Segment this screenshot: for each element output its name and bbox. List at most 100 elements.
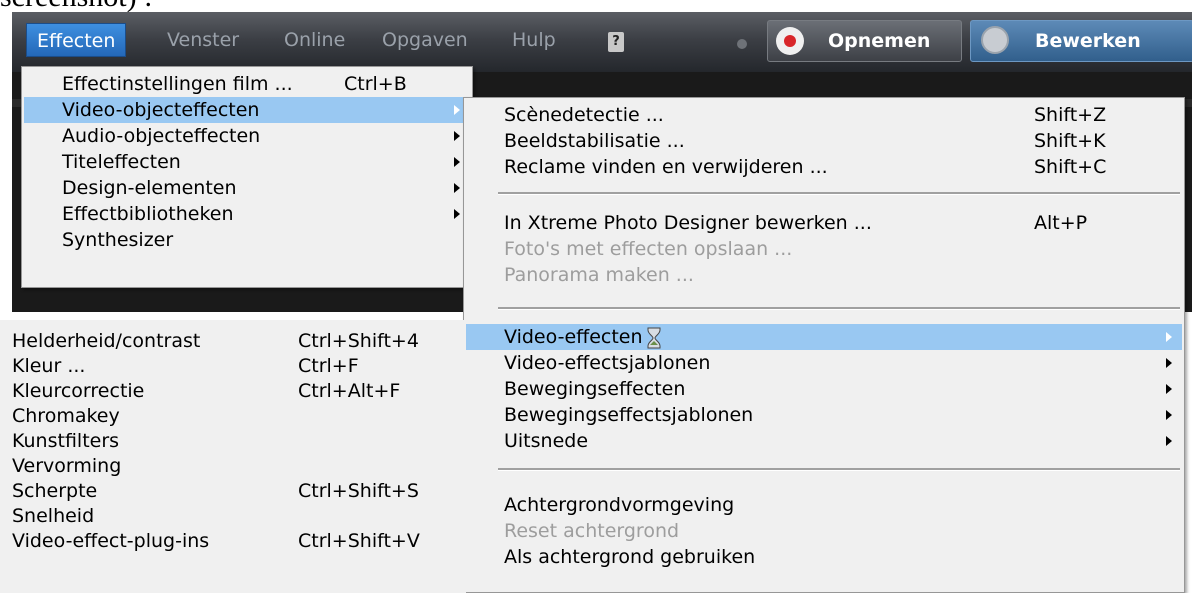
video-effecten-submenu: Helderheid/contrast Ctrl+Shift+4 Kleur .… bbox=[0, 320, 466, 593]
menu-item-shortcut: Shift+C bbox=[1034, 156, 1107, 178]
menu-item-vervorming[interactable]: Vervorming bbox=[0, 453, 466, 479]
menu-item-label: Beeldstabilisatie ... bbox=[504, 130, 685, 152]
menu-item-label-text: Video-effecten bbox=[504, 326, 643, 348]
menu-item-label: Video-effectsjablonen bbox=[504, 352, 711, 374]
menu-item-label: Kunstfilters bbox=[12, 430, 120, 452]
submenu-arrow-icon bbox=[454, 157, 460, 167]
menu-item-video-effectsjablonen[interactable]: Video-effectsjablonen bbox=[466, 350, 1182, 376]
submenu-arrow-icon bbox=[1166, 384, 1172, 394]
menu-item-shortcut: Ctrl+Alt+F bbox=[298, 380, 401, 402]
menu-item-reset-achtergrond: Reset achtergrond bbox=[466, 518, 1182, 544]
menu-item-bewegingseffectsjablonen[interactable]: Bewegingseffectsjablonen bbox=[466, 402, 1182, 428]
menu-item-label: Effectinstellingen film ... bbox=[62, 73, 293, 95]
menu-item-label: Chromakey bbox=[12, 405, 120, 427]
menu-item-label: Als achtergrond gebruiken bbox=[504, 546, 756, 568]
menu-item-achtergrondvormgeving[interactable]: Achtergrondvormgeving bbox=[466, 492, 1182, 518]
submenu-arrow-icon bbox=[454, 209, 460, 219]
hourglass-cursor-icon bbox=[647, 327, 661, 348]
record-icon bbox=[776, 27, 804, 55]
menu-item-label: Audio-objecteffecten bbox=[62, 125, 261, 147]
submenu-arrow-icon bbox=[454, 105, 460, 115]
menu-item-shortcut: Ctrl+F bbox=[298, 355, 359, 377]
menu-item-label: Synthesizer bbox=[62, 229, 174, 251]
submenu-arrow-icon bbox=[454, 183, 460, 193]
menu-item-label: Scherpte bbox=[12, 480, 98, 502]
menu-item-label: Reset achtergrond bbox=[504, 520, 680, 542]
menu-bar: Effecten Venster Online Opgaven Hulp ? O… bbox=[12, 12, 1192, 72]
menu-item-label: Scènedetectie ... bbox=[504, 104, 664, 126]
menu-item-shortcut: Shift+Z bbox=[1034, 104, 1107, 126]
menu-item-shortcut: Ctrl+B bbox=[344, 73, 407, 95]
menu-item-label: Bewegingseffecten bbox=[504, 378, 686, 400]
menu-item-video-objecteffecten[interactable]: Video-objecteffecten bbox=[24, 97, 470, 123]
menu-item-als-achtergrond[interactable]: Als achtergrond gebruiken bbox=[466, 544, 1182, 570]
submenu-arrow-icon bbox=[1166, 332, 1172, 342]
menu-item-label: Reclame vinden en verwijderen ... bbox=[504, 156, 828, 178]
menu-item-design-elementen[interactable]: Design-elementen bbox=[24, 175, 470, 201]
menu-item-helderheid-contrast[interactable]: Helderheid/contrast Ctrl+Shift+4 bbox=[0, 328, 466, 354]
menu-item-reclame[interactable]: Reclame vinden en verwijderen ... Shift+… bbox=[466, 154, 1182, 180]
record-button[interactable]: Opnemen bbox=[767, 20, 962, 62]
caption-text: screenshot) : bbox=[0, 0, 152, 12]
menu-item-label: Design-elementen bbox=[62, 177, 237, 199]
menu-item-video-effecten[interactable]: Video-effecten bbox=[466, 324, 1182, 350]
menu-item-label: Video-effecten bbox=[504, 324, 661, 350]
effecten-menu: Effectinstellingen film ... Ctrl+B Video… bbox=[21, 66, 473, 288]
menu-item-kleurcorrectie[interactable]: Kleurcorrectie Ctrl+Alt+F bbox=[0, 378, 466, 404]
menu-item-label: Bewegingseffectsjablonen bbox=[504, 404, 754, 426]
menu-item-label: Video-objecteffecten bbox=[62, 99, 260, 121]
help-icon[interactable]: ? bbox=[608, 32, 624, 52]
submenu-arrow-icon bbox=[1166, 410, 1172, 420]
menu-item-effectbibliotheken[interactable]: Effectbibliotheken bbox=[24, 201, 470, 227]
menu-item-scherpte[interactable]: Scherpte Ctrl+Shift+S bbox=[0, 478, 466, 504]
menu-item-label: Kleurcorrectie bbox=[12, 380, 145, 402]
menu-item-video-effect-plug-ins[interactable]: Video-effect-plug-ins Ctrl+Shift+V bbox=[0, 528, 466, 554]
menu-item-label: Snelheid bbox=[12, 505, 95, 527]
menu-effecten[interactable]: Effecten bbox=[26, 23, 127, 57]
menu-item-label: Uitsnede bbox=[504, 430, 589, 452]
menu-item-label: In Xtreme Photo Designer bewerken ... bbox=[504, 212, 872, 234]
menu-item-audio-objecteffecten[interactable]: Audio-objecteffecten bbox=[24, 123, 470, 149]
menu-opgaven[interactable]: Opgaven bbox=[372, 23, 478, 57]
menu-separator bbox=[498, 468, 1180, 471]
edit-button[interactable]: Bewerken bbox=[970, 20, 1192, 62]
menu-venster[interactable]: Venster bbox=[157, 23, 249, 57]
menu-item-kleur[interactable]: Kleur ... Ctrl+F bbox=[0, 353, 466, 379]
menu-item-snelheid[interactable]: Snelheid bbox=[0, 503, 466, 529]
menu-item-label: Helderheid/contrast bbox=[12, 330, 201, 352]
edit-button-label: Bewerken bbox=[1035, 30, 1141, 52]
menu-item-label: Foto's met effecten opslaan ... bbox=[504, 238, 793, 260]
menu-hulp[interactable]: Hulp bbox=[502, 23, 566, 57]
menu-item-shortcut: Ctrl+Shift+V bbox=[298, 530, 420, 552]
film-reel-icon bbox=[981, 26, 1009, 54]
menu-item-fotos-opslaan: Foto's met effecten opslaan ... bbox=[466, 236, 1182, 262]
menu-item-chromakey[interactable]: Chromakey bbox=[0, 403, 466, 429]
menu-item-label: Panorama maken ... bbox=[504, 264, 694, 286]
menu-item-kunstfilters[interactable]: Kunstfilters bbox=[0, 428, 466, 454]
menu-item-label: Kleur ... bbox=[12, 355, 86, 377]
menu-item-scenedetectie[interactable]: Scènedetectie ... Shift+Z bbox=[466, 102, 1182, 128]
menu-item-shortcut: Ctrl+Shift+4 bbox=[298, 330, 419, 352]
status-dot-icon bbox=[737, 39, 747, 49]
menu-online[interactable]: Online bbox=[274, 23, 355, 57]
submenu-arrow-icon bbox=[454, 131, 460, 141]
menu-item-beeldstabilisatie[interactable]: Beeldstabilisatie ... Shift+K bbox=[466, 128, 1182, 154]
submenu-arrow-icon bbox=[1166, 436, 1172, 446]
menu-item-xtreme-photo-designer[interactable]: In Xtreme Photo Designer bewerken ... Al… bbox=[466, 210, 1182, 236]
menu-item-label: Effectbibliotheken bbox=[62, 203, 234, 225]
menu-item-panorama-maken: Panorama maken ... bbox=[466, 262, 1182, 288]
menu-item-effectinstellingen[interactable]: Effectinstellingen film ... Ctrl+B bbox=[24, 71, 470, 97]
submenu-arrow-icon bbox=[1166, 358, 1172, 368]
record-button-label: Opnemen bbox=[828, 30, 931, 52]
menu-item-bewegingseffecten[interactable]: Bewegingseffecten bbox=[466, 376, 1182, 402]
menu-item-titeleffecten[interactable]: Titeleffecten bbox=[24, 149, 470, 175]
menu-item-synthesizer[interactable]: Synthesizer bbox=[24, 227, 470, 253]
menu-item-label: Achtergrondvormgeving bbox=[504, 494, 735, 516]
menu-separator bbox=[498, 307, 1180, 310]
menu-item-uitsnede[interactable]: Uitsnede bbox=[466, 428, 1182, 454]
menu-item-label: Video-effect-plug-ins bbox=[12, 530, 210, 552]
menu-item-shortcut: Ctrl+Shift+S bbox=[298, 480, 419, 502]
menu-item-label: Titeleffecten bbox=[62, 151, 181, 173]
menu-item-label: Vervorming bbox=[12, 455, 122, 477]
menu-item-shortcut: Alt+P bbox=[1034, 212, 1088, 234]
